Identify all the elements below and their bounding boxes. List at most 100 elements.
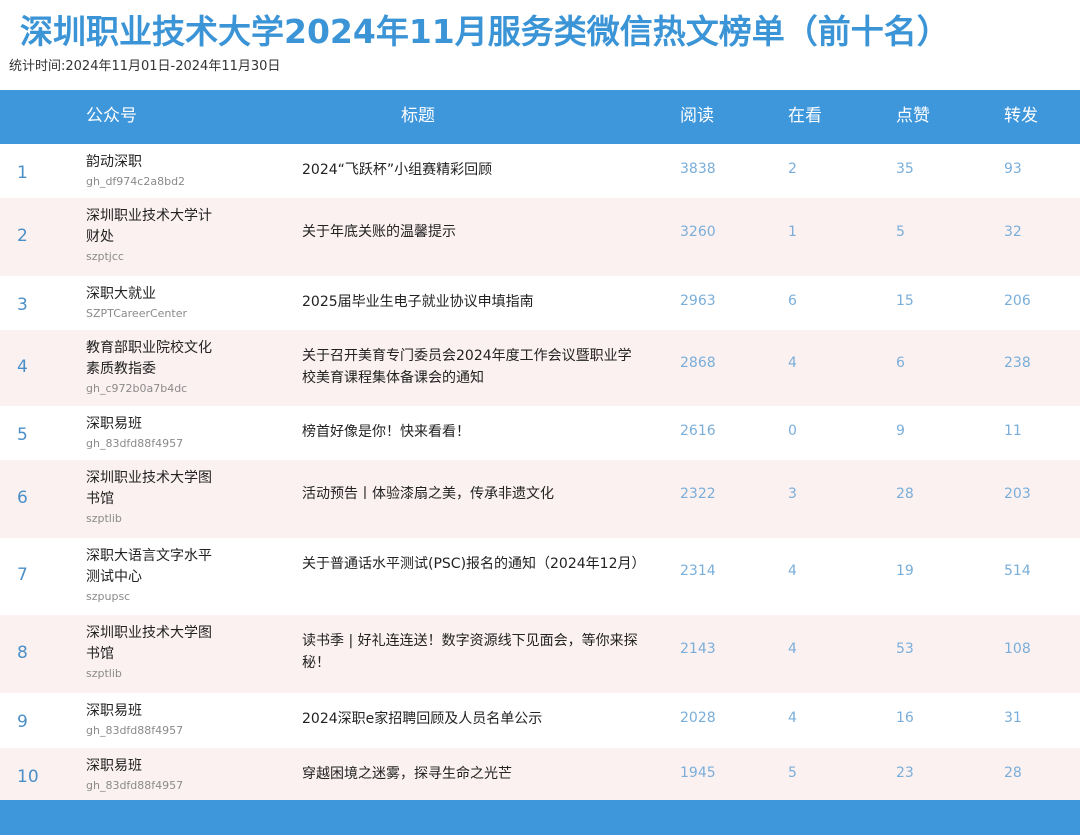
header-reads: 阅读 — [680, 106, 714, 126]
likes-value: 35 — [896, 161, 914, 177]
account-name: 深职大就业 — [86, 286, 156, 302]
account-cell: 韵动深职 gh_df974c2a8bd2 — [86, 152, 216, 190]
shares-value: 238 — [1004, 355, 1031, 371]
table-row: 3 深职大就业 SZPTCareerCenter 2025届毕业生电子就业协议申… — [0, 276, 1080, 330]
reads-value: 2616 — [680, 423, 716, 439]
reads-value: 3260 — [680, 224, 716, 240]
shares-value: 203 — [1004, 486, 1031, 502]
article-title: 2025届毕业生电子就业协议申填指南 — [302, 294, 534, 310]
watching-value: 4 — [788, 563, 797, 579]
shares-value: 514 — [1004, 563, 1031, 579]
table-row: 2 深圳职业技术大学计财处 szptjcc 关于年底关账的温馨提示 3260 1… — [0, 198, 1080, 276]
likes-value: 9 — [896, 423, 905, 439]
account-cell: 深圳职业技术大学图书馆 szptlib — [86, 468, 216, 527]
article-title: 关于年底关账的温馨提示 — [302, 224, 456, 240]
header-likes: 点赞 — [896, 106, 930, 126]
shares-value: 108 — [1004, 641, 1031, 657]
article-title: 2024深职e家招聘回顾及人员名单公示 — [302, 711, 543, 727]
account-id: gh_df974c2a8bd2 — [86, 175, 186, 188]
shares-value: 93 — [1004, 161, 1022, 177]
table-row: 5 深职易班 gh_83dfd88f4957 榜首好像是你！快来看看！ 2616… — [0, 406, 1080, 460]
likes-value: 53 — [896, 641, 914, 657]
table-row: 4 教育部职业院校文化素质教指委 gh_c972b0a7b4dc 关于召开美育专… — [0, 330, 1080, 406]
rank-number: 4 — [17, 357, 28, 377]
table-row: 6 深圳职业技术大学图书馆 szptlib 活动预告丨体验漆扇之美，传承非遗文化… — [0, 460, 1080, 538]
account-id: gh_83dfd88f4957 — [86, 437, 184, 450]
shares-value: 28 — [1004, 765, 1022, 781]
rank-number: 5 — [17, 425, 28, 445]
account-name: 深圳职业技术大学图书馆 — [86, 625, 212, 662]
header-shares: 转发 — [1004, 106, 1038, 126]
reads-value: 1945 — [680, 765, 716, 781]
article-title: 活动预告丨体验漆扇之美，传承非遗文化 — [302, 486, 554, 502]
reads-value: 2028 — [680, 710, 716, 726]
article-title: 穿越困境之迷雾，探寻生命之光芒 — [302, 766, 512, 782]
rank-number: 10 — [17, 767, 39, 787]
reads-value: 2314 — [680, 563, 716, 579]
ranking-table-body: 1 韵动深职 gh_df974c2a8bd2 2024“飞跃杯”小组赛精彩回顾 … — [0, 144, 1080, 800]
account-id: szptjcc — [86, 250, 124, 263]
likes-value: 5 — [896, 224, 905, 240]
likes-value: 28 — [896, 486, 914, 502]
article-title: 读书季 | 好礼连连送！数字资源线下见面会，等你来探秘！ — [302, 633, 638, 671]
watching-value: 0 — [788, 423, 797, 439]
watching-value: 4 — [788, 710, 797, 726]
account-name: 教育部职业院校文化素质教指委 — [86, 340, 212, 377]
table-row: 9 深职易班 gh_83dfd88f4957 2024深职e家招聘回顾及人员名单… — [0, 693, 1080, 748]
likes-value: 23 — [896, 765, 914, 781]
article-title: 榜首好像是你！快来看看！ — [302, 424, 470, 440]
table-row: 8 深圳职业技术大学图书馆 szptlib 读书季 | 好礼连连送！数字资源线下… — [0, 615, 1080, 693]
table-header: 公众号 标题 阅读 在看 点赞 转发 — [0, 90, 1080, 144]
account-cell: 深圳职业技术大学图书馆 szptlib — [86, 623, 216, 682]
account-cell: 深职易班 gh_83dfd88f4957 — [86, 414, 216, 452]
shares-value: 31 — [1004, 710, 1022, 726]
watching-value: 4 — [788, 641, 797, 657]
account-cell: 教育部职业院校文化素质教指委 gh_c972b0a7b4dc — [86, 338, 216, 397]
rank-number: 1 — [17, 163, 28, 183]
table-row: 7 深职大语言文字水平测试中心 szpupsc 关于普通话水平测试(PSC)报名… — [0, 538, 1080, 615]
statistics-period: 统计时间:2024年11月01日-2024年11月30日 — [9, 59, 281, 74]
account-cell: 深职大就业 SZPTCareerCenter — [86, 284, 216, 322]
reads-value: 2322 — [680, 486, 716, 502]
reads-value: 2963 — [680, 293, 716, 309]
watching-value: 6 — [788, 293, 797, 309]
article-title: 2024“飞跃杯”小组赛精彩回顾 — [302, 162, 493, 178]
rank-number: 8 — [17, 643, 28, 663]
rank-number: 2 — [17, 226, 28, 246]
account-id: gh_83dfd88f4957 — [86, 724, 184, 737]
article-title: 关于普通话水平测试(PSC)报名的通知（2024年12月） — [302, 556, 646, 572]
reads-value: 3838 — [680, 161, 716, 177]
account-id: szptlib — [86, 512, 122, 525]
shares-value: 206 — [1004, 293, 1031, 309]
reads-value: 2143 — [680, 641, 716, 657]
shares-value: 11 — [1004, 423, 1022, 439]
account-id: szptlib — [86, 667, 122, 680]
account-cell: 深圳职业技术大学计财处 szptjcc — [86, 206, 216, 265]
account-name: 深圳职业技术大学图书馆 — [86, 470, 212, 507]
watching-value: 2 — [788, 161, 797, 177]
rank-number: 3 — [17, 295, 28, 315]
account-name: 深职易班 — [86, 416, 142, 432]
watching-value: 1 — [788, 224, 797, 240]
page-title: 深圳职业技术大学2024年11月服务类微信热文榜单（前十名） — [20, 12, 950, 51]
table-row: 1 韵动深职 gh_df974c2a8bd2 2024“飞跃杯”小组赛精彩回顾 … — [0, 144, 1080, 198]
rank-number: 9 — [17, 712, 28, 732]
account-id: gh_c972b0a7b4dc — [86, 382, 188, 395]
rank-number: 7 — [17, 565, 28, 585]
table-row: 10 深职易班 gh_83dfd88f4957 穿越困境之迷雾，探寻生命之光芒 … — [0, 748, 1080, 800]
likes-value: 19 — [896, 563, 914, 579]
account-name: 韵动深职 — [86, 154, 142, 170]
article-title: 关于召开美育专门委员会2024年度工作会议暨职业学校美育课程集体备课会的通知 — [302, 348, 632, 386]
account-id: gh_83dfd88f4957 — [86, 779, 184, 792]
reads-value: 2868 — [680, 355, 716, 371]
likes-value: 6 — [896, 355, 905, 371]
header-account: 公众号 — [86, 106, 137, 126]
likes-value: 15 — [896, 293, 914, 309]
table-footer-bar — [0, 800, 1080, 835]
rank-number: 6 — [17, 488, 28, 508]
account-name: 深职易班 — [86, 758, 142, 774]
watching-value: 3 — [788, 486, 797, 502]
watching-value: 4 — [788, 355, 797, 371]
header-watching: 在看 — [788, 106, 822, 126]
shares-value: 32 — [1004, 224, 1022, 240]
